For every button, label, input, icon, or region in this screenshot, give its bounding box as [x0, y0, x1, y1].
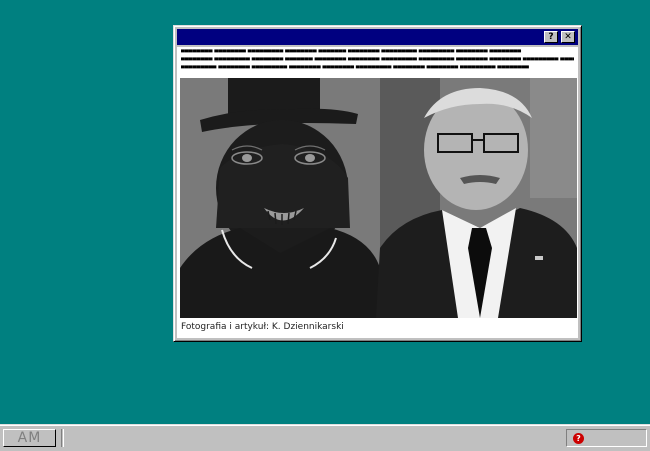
article-text: ▀▀▀▀▀▀▀▀ ▀▀▀▀▀▀▀▀ ▀▀▀▀▀▀▀▀▀ ▀▀▀▀▀▀▀▀ ▀▀▀… — [181, 49, 574, 73]
system-tray: ? — [566, 429, 647, 447]
photo-image — [180, 78, 577, 318]
help-button[interactable]: ? — [544, 31, 558, 43]
news-photo — [180, 78, 577, 318]
dialog-content: ▀▀▀▀▀▀▀▀ ▀▀▀▀▀▀▀▀ ▀▀▀▀▀▀▀▀▀ ▀▀▀▀▀▀▀▀ ▀▀▀… — [177, 47, 578, 338]
photo-caption: Fotografia i artykuł: K. Dziennikarski — [181, 322, 344, 332]
article-dialog-window[interactable]: ? ✕ ▀▀▀▀▀▀▀▀ ▀▀▀▀▀▀▀▀ ▀▀▀▀▀▀▀▀▀ ▀▀▀▀▀▀▀▀… — [173, 25, 582, 342]
article-line: ▀▀▀▀▀▀▀▀ ▀▀▀▀▀▀▀▀▀ ▀▀▀▀▀▀▀▀ ▀▀▀▀▀▀▀ ▀▀▀▀… — [181, 58, 574, 64]
article-line: ▀▀▀▀▀▀▀▀▀ ▀▀▀▀▀▀▀▀ ▀▀▀▀▀▀▀▀▀ ▀▀▀▀▀▀▀▀ ▀▀… — [181, 66, 529, 72]
taskbar: AM ? — [0, 424, 650, 451]
taskbar-separator — [61, 429, 64, 447]
close-button[interactable]: ✕ — [561, 31, 575, 43]
close-icon: ✕ — [564, 32, 572, 42]
article-line: ▀▀▀▀▀▀▀▀ ▀▀▀▀▀▀▀▀ ▀▀▀▀▀▀▀▀▀ ▀▀▀▀▀▀▀▀ ▀▀▀… — [181, 50, 522, 56]
start-button[interactable]: AM — [3, 429, 56, 447]
title-bar[interactable]: ? ✕ — [177, 29, 578, 45]
help-icon[interactable]: ? — [573, 433, 584, 444]
question-mark-icon: ? — [548, 32, 554, 42]
